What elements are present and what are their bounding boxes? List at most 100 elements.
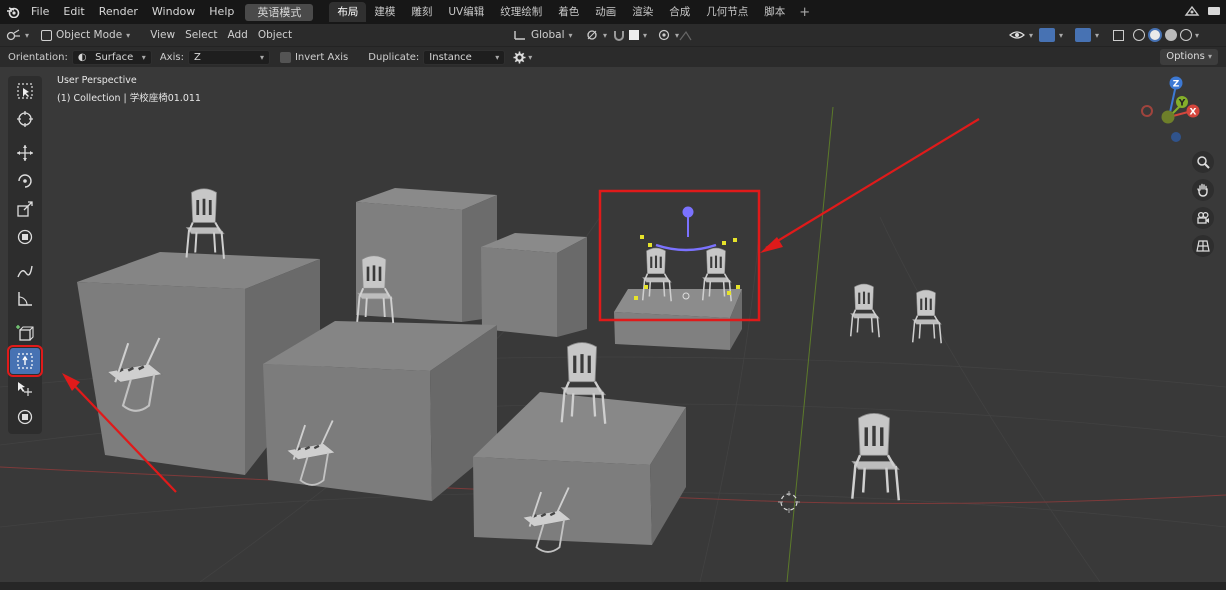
rotate-tool[interactable]	[10, 168, 40, 194]
axis-label: Axis:	[159, 51, 184, 63]
transform-orientation-dropdown[interactable]: Global ▾	[508, 26, 578, 44]
menu-file[interactable]: File	[24, 0, 56, 24]
view-layer-icon[interactable]	[1206, 4, 1222, 21]
menu-object[interactable]: Object	[253, 26, 297, 44]
object-mode-label: Object Mode	[56, 29, 123, 41]
zoom-button[interactable]	[1192, 151, 1214, 173]
tool-settings-bar: Orientation: ◐ Surface ▾ Axis: Z ▾ Inver…	[0, 46, 1226, 67]
tab-shading[interactable]: 着色	[550, 2, 587, 22]
viewport-scene	[0, 106, 1226, 582]
measure-tool[interactable]	[10, 286, 40, 312]
tab-rendering[interactable]: 渲染	[624, 2, 661, 22]
pan-button[interactable]	[1192, 179, 1214, 201]
top-menu-bar: File Edit Render Window Help 英语模式 布局 建模 …	[0, 0, 1226, 24]
tab-scripting[interactable]: 脚本	[756, 2, 793, 22]
object-mode-icon	[41, 29, 53, 41]
move-icon	[17, 145, 33, 161]
shading-modes[interactable]: ▾	[1128, 26, 1204, 44]
transform-extra-icon	[17, 409, 33, 425]
gizmo-neg-z-handle[interactable]	[1171, 132, 1181, 142]
gizmo-icon	[1039, 28, 1055, 42]
select-move-tool[interactable]	[10, 376, 40, 402]
scale-tool[interactable]	[10, 196, 40, 222]
snap-target-dropdown[interactable]: ▾	[624, 26, 652, 44]
orientation-dropdown[interactable]: ◐ Surface ▾	[71, 49, 152, 65]
menu-edit[interactable]: Edit	[56, 0, 91, 24]
camera-icon	[1197, 211, 1209, 224]
perspective-toggle-button[interactable]	[1192, 235, 1214, 257]
options-button[interactable]: Options ▾	[1160, 49, 1218, 65]
menu-render[interactable]: Render	[92, 0, 145, 24]
language-mode-button[interactable]: 英语模式	[245, 3, 314, 21]
tab-texture-paint[interactable]: 纹理绘制	[492, 2, 550, 22]
xray-toggle[interactable]	[1108, 26, 1129, 44]
transform-extra-tool[interactable]	[10, 404, 40, 430]
tab-geometry-nodes[interactable]: 几何节点	[698, 2, 756, 22]
object-mode-dropdown[interactable]: Object Mode ▾	[36, 26, 135, 44]
move-tool[interactable]	[10, 140, 40, 166]
options-label: Options	[1166, 51, 1205, 62]
tab-animation[interactable]: 动画	[587, 2, 624, 22]
add-workspace-button[interactable]: +	[793, 5, 816, 20]
tab-compositing[interactable]: 合成	[661, 2, 698, 22]
status-bar	[0, 582, 1226, 590]
box-back-medium	[481, 233, 587, 337]
axis-value: Z	[193, 51, 201, 63]
chair-floor-front	[850, 411, 901, 502]
material-shading-icon[interactable]	[1165, 29, 1177, 41]
invert-axis-check-box[interactable]	[279, 51, 291, 63]
gizmo-neg-x-handle[interactable]	[1141, 105, 1153, 117]
menu-view[interactable]: View	[145, 26, 180, 44]
annotation-arrow-right	[760, 118, 980, 253]
duplicate-dropdown[interactable]: Instance ▾	[423, 49, 506, 65]
select-box-tool[interactable]	[10, 78, 40, 104]
gizmo-toggle[interactable]: ▾	[1034, 26, 1068, 44]
menu-add[interactable]: Add	[223, 26, 253, 44]
annotate-tool[interactable]	[10, 258, 40, 284]
eye-icon	[1009, 31, 1025, 39]
solid-shading-icon[interactable]	[1148, 28, 1162, 42]
tool-settings-gear-button[interactable]: ▾	[509, 51, 536, 64]
y-axis-line	[786, 106, 834, 582]
workspace-tabs: 布局 建模 雕刻 UV编辑 纹理绘制 着色 动画 渲染 合成 几何节点 脚本 +	[329, 0, 816, 24]
menu-window[interactable]: Window	[145, 0, 202, 24]
pivot-icon	[587, 30, 597, 40]
add-cube-tool[interactable]	[10, 320, 40, 346]
add-cube-icon	[16, 325, 34, 341]
tab-layout[interactable]: 布局	[329, 2, 367, 22]
falloff-icon[interactable]	[674, 26, 702, 44]
box-back-tall	[356, 188, 497, 322]
axis-dropdown[interactable]: Z ▾	[187, 49, 270, 65]
tool-shelf	[7, 76, 43, 434]
orientation-label: Orientation:	[8, 51, 68, 63]
invert-axis-checkbox[interactable]: Invert Axis	[276, 51, 352, 63]
scale-icon	[17, 201, 33, 217]
wireframe-shading-icon[interactable]	[1133, 29, 1145, 41]
gizmo-neg-y-handle[interactable]	[1161, 110, 1175, 124]
tab-uv-editing[interactable]: UV编辑	[440, 2, 492, 22]
gizmo-x-label: X	[1190, 108, 1197, 118]
overlay-icon	[1075, 28, 1091, 42]
viewport-header: ▾ Object Mode ▾ View Select Add Object G…	[0, 24, 1226, 46]
camera-view-button[interactable]	[1192, 207, 1214, 229]
menu-select[interactable]: Select	[180, 26, 222, 44]
orientation-axes-icon	[514, 31, 525, 40]
place-tool[interactable]	[7, 345, 43, 377]
blender-logo-icon[interactable]	[2, 0, 24, 24]
editor-type-button[interactable]: ▾	[0, 26, 34, 44]
duplicate-value: Instance	[429, 51, 472, 63]
rendered-shading-icon[interactable]	[1180, 29, 1192, 41]
proportional-icon	[658, 29, 670, 41]
tab-sculpting[interactable]: 雕刻	[403, 2, 440, 22]
overlay-toggle[interactable]: ▾	[1070, 26, 1104, 44]
scene-icon[interactable]	[1184, 4, 1200, 21]
navigation-gizmo[interactable]: Z Y X	[1134, 71, 1206, 143]
visibility-dropdown[interactable]: ▾	[1004, 26, 1038, 44]
gear-icon	[513, 51, 526, 63]
transform-tool[interactable]	[10, 224, 40, 250]
cursor-tool[interactable]	[10, 106, 40, 132]
3d-viewport[interactable]: User Perspective (1) Collection | 学校座椅01…	[0, 67, 1226, 582]
transform-icon	[17, 229, 33, 245]
tab-modeling[interactable]: 建模	[366, 2, 403, 22]
menu-help[interactable]: Help	[202, 0, 241, 24]
